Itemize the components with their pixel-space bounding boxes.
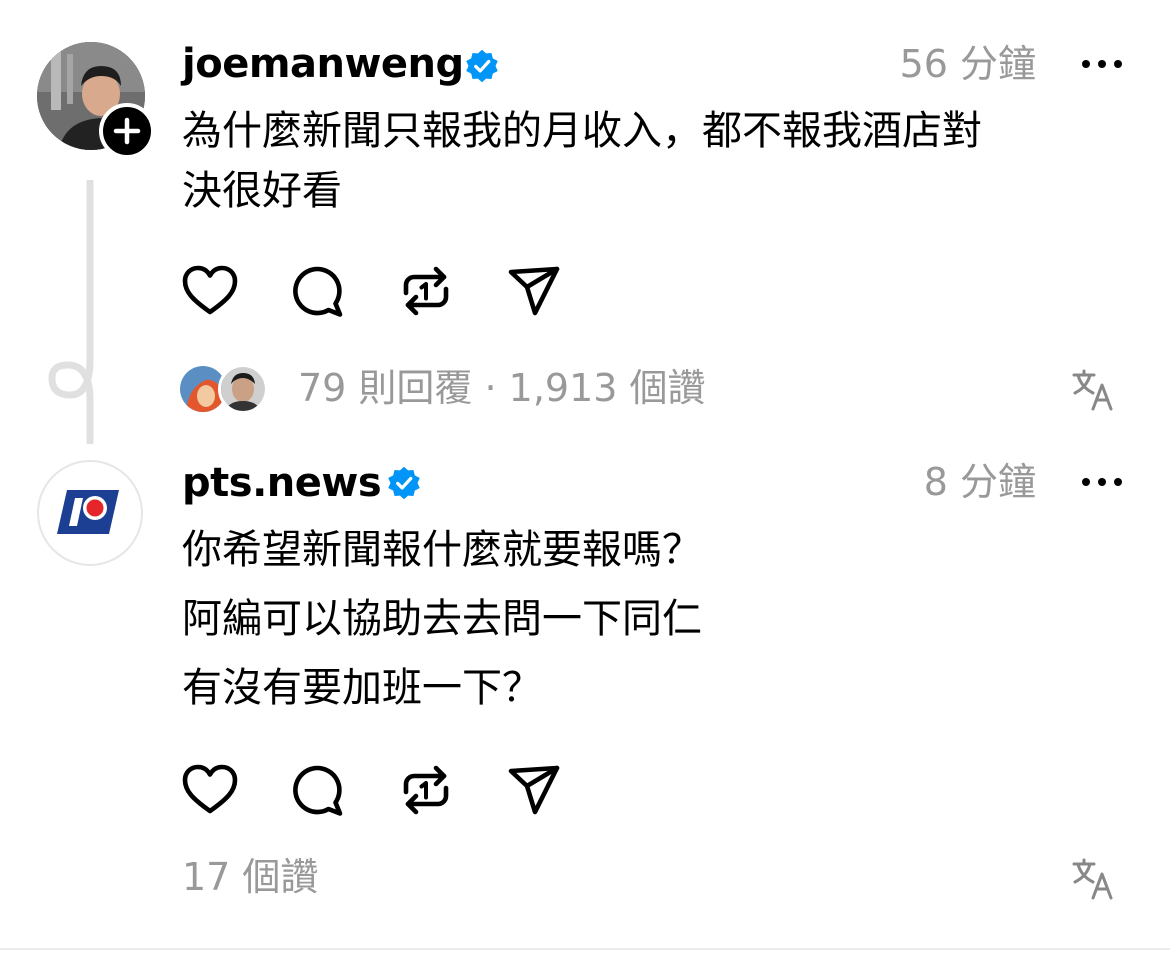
reply-username[interactable]: pts.news <box>182 459 382 507</box>
reply-stats[interactable]: 17 個讚 <box>182 853 318 901</box>
replier-avatar-2 <box>218 364 268 414</box>
comment-icon[interactable] <box>287 260 349 322</box>
post-text-line-1: 為什麼新聞只報我的月收入，都不報我酒店對 <box>182 108 982 154</box>
section-divider <box>0 948 1170 950</box>
heart-icon[interactable] <box>179 759 241 821</box>
reply-text-line-3: 有沒有要加班一下？ <box>182 665 542 711</box>
comment-icon[interactable] <box>287 759 349 821</box>
repost-icon[interactable] <box>395 260 457 322</box>
pts-logo <box>57 490 119 534</box>
pts-news-avatar[interactable] <box>37 460 143 566</box>
heart-icon[interactable] <box>179 260 241 322</box>
thread-connector-line <box>48 180 94 444</box>
post-stats[interactable]: 79 則回覆 · 1,913 個讚 <box>298 364 706 412</box>
translate-icon[interactable] <box>1071 856 1115 900</box>
follow-plus-icon[interactable] <box>99 103 155 159</box>
more-options-icon[interactable] <box>1082 58 1122 70</box>
post-username[interactable]: joemanweng <box>182 40 464 88</box>
repost-icon[interactable] <box>395 759 457 821</box>
post-timestamp: 56 分鐘 <box>899 42 1036 86</box>
share-icon[interactable] <box>503 759 565 821</box>
verified-badge-icon <box>466 49 498 83</box>
reply-text-line-1: 你希望新聞報什麼就要報嗎？ <box>182 527 702 573</box>
reply-text-line-2: 阿編可以協助去去問一下同仁 <box>182 596 702 642</box>
translate-icon[interactable] <box>1071 367 1115 411</box>
share-icon[interactable] <box>503 260 565 322</box>
more-options-icon[interactable] <box>1082 476 1122 488</box>
reply-timestamp: 8 分鐘 <box>923 460 1036 504</box>
post-text-line-2: 決很好看 <box>182 168 342 214</box>
verified-badge-icon <box>388 466 420 500</box>
